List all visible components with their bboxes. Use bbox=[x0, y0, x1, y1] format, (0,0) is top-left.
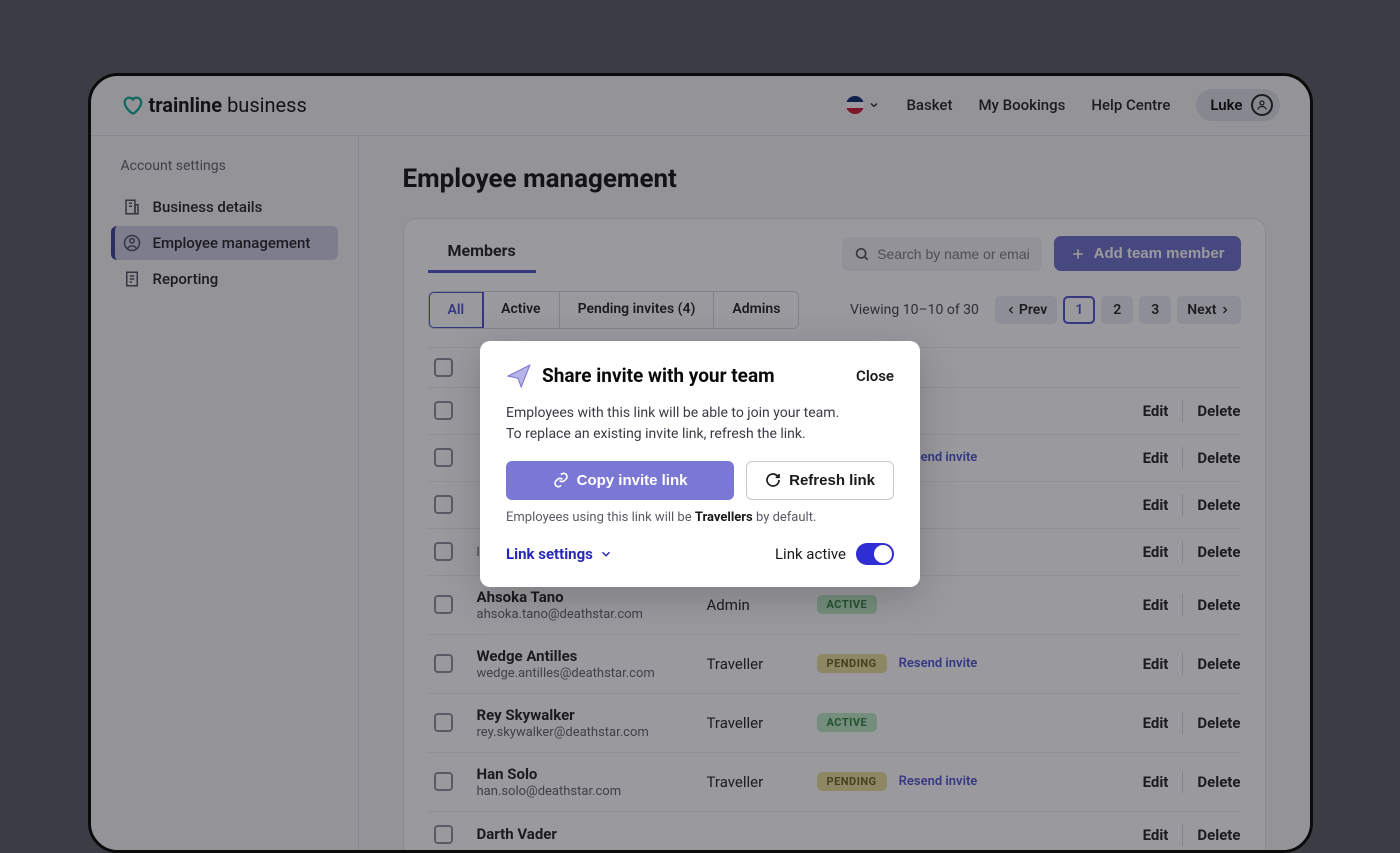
modal-body: Employees with this link will be able to… bbox=[506, 403, 894, 445]
link-settings-button[interactable]: Link settings bbox=[506, 545, 613, 563]
modal-hint: Employees using this link will be Travel… bbox=[506, 510, 894, 525]
chevron-down-icon bbox=[599, 547, 613, 561]
toggle-label: Link active bbox=[775, 545, 846, 563]
paper-plane-icon bbox=[506, 363, 532, 389]
link-active-toggle[interactable] bbox=[856, 543, 894, 565]
modal-overlay[interactable]: Share invite with your team Close Employ… bbox=[91, 76, 1310, 850]
refresh-link-button[interactable]: Refresh link bbox=[746, 461, 894, 500]
refresh-icon bbox=[765, 472, 781, 488]
copy-invite-link-button[interactable]: Copy invite link bbox=[506, 461, 734, 500]
link-icon bbox=[553, 472, 569, 488]
share-invite-modal: Share invite with your team Close Employ… bbox=[480, 341, 920, 587]
close-button[interactable]: Close bbox=[856, 367, 894, 385]
modal-title: Share invite with your team bbox=[542, 364, 775, 387]
app-window: trainline business Basket My Bookings He… bbox=[88, 73, 1313, 853]
